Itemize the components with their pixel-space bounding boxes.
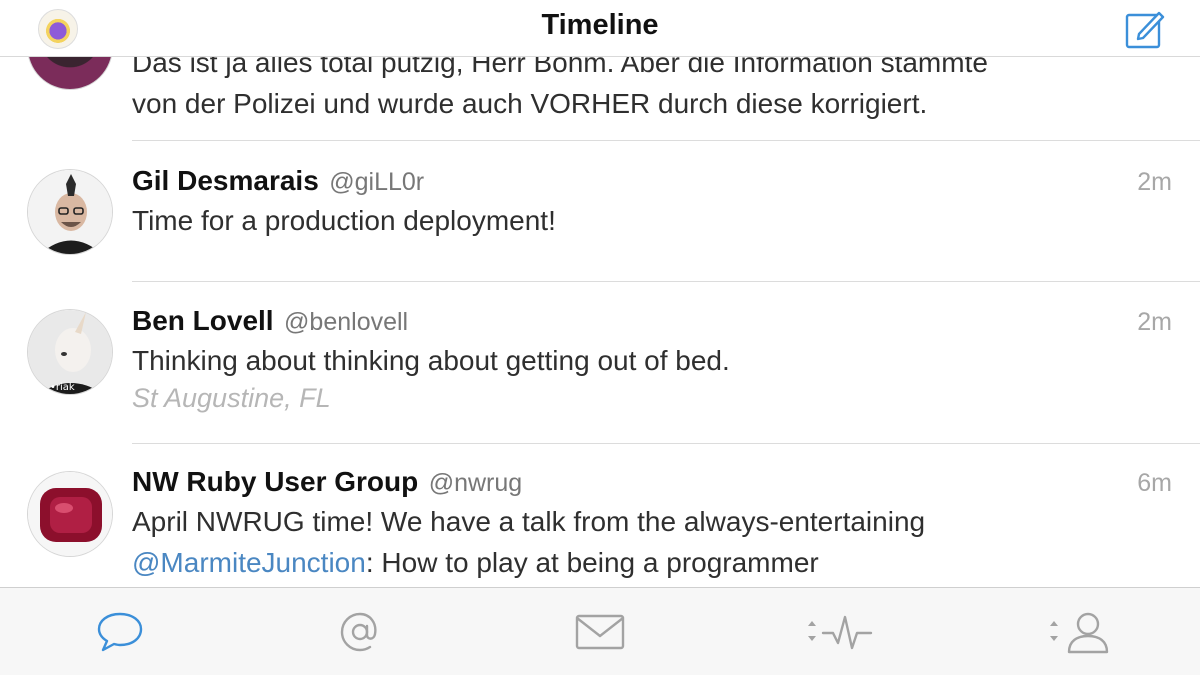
tweet-text: Das ist ja alles total putzig, Herr Bohm… <box>132 57 988 119</box>
compose-button[interactable] <box>1122 7 1166 51</box>
author-handle[interactable]: @benlovell <box>284 308 408 336</box>
nav-header: Timeline <box>0 0 1200 57</box>
person-portrait-icon <box>28 170 112 254</box>
author-name[interactable]: NW Ruby User Group <box>132 466 418 497</box>
avatar[interactable] <box>27 471 113 557</box>
avatar[interactable] <box>27 57 113 90</box>
avatar[interactable] <box>27 169 113 255</box>
avatar[interactable]: •riak <box>27 309 113 395</box>
tweet-text: April NWRUG time! We have a talk from th… <box>132 506 926 578</box>
tab-timeline[interactable] <box>0 588 240 675</box>
author-name[interactable]: Gil Desmarais <box>132 165 319 196</box>
tab-profile[interactable] <box>960 588 1200 675</box>
tab-activity[interactable] <box>720 588 960 675</box>
tweet-timestamp: 2m <box>1137 168 1172 196</box>
tweet-timestamp: 2m <box>1137 308 1172 336</box>
tweet-timestamp: 6m <box>1137 469 1172 497</box>
at-sign-icon <box>340 612 377 652</box>
unicorn-portrait-icon: •riak <box>28 310 112 394</box>
ruby-gem-icon <box>28 472 112 556</box>
timeline-list[interactable]: Das ist ja alles total putzig, Herr Bohm… <box>0 57 1200 587</box>
tab-bar <box>0 587 1200 675</box>
activity-icon <box>808 615 873 650</box>
page-title: Timeline <box>541 9 659 41</box>
author-name[interactable]: Ben Lovell <box>132 305 274 336</box>
tweet-text: Thinking about thinking about getting ou… <box>132 345 730 376</box>
chat-bubble-icon <box>97 612 143 652</box>
tweet-location[interactable]: St Augustine, FL <box>132 383 331 414</box>
svg-text:•riak: •riak <box>50 382 75 393</box>
author-handle[interactable]: @giLL0r <box>329 168 424 196</box>
tweet-text: Time for a production deployment! <box>132 205 556 236</box>
tab-messages[interactable] <box>480 588 720 675</box>
compose-icon <box>1125 11 1165 49</box>
tab-mentions[interactable] <box>240 588 480 675</box>
tweet-row[interactable]: NW Ruby User Group @nwrug 6m April NWRUG… <box>0 444 1200 587</box>
author-handle[interactable]: @nwrug <box>429 469 522 497</box>
mention-link[interactable]: @MarmiteJunction <box>132 547 366 578</box>
profile-icon <box>1050 612 1109 654</box>
tweet-row[interactable]: •riak Ben Lovell @benlovell 2m Thinking … <box>0 282 1200 444</box>
tweet-row[interactable]: Das ist ja alles total putzig, Herr Bohm… <box>0 57 1200 141</box>
tweet-row[interactable]: Gil Desmarais @giLL0r 2m Time for a prod… <box>0 141 1200 282</box>
envelope-icon <box>575 614 625 650</box>
